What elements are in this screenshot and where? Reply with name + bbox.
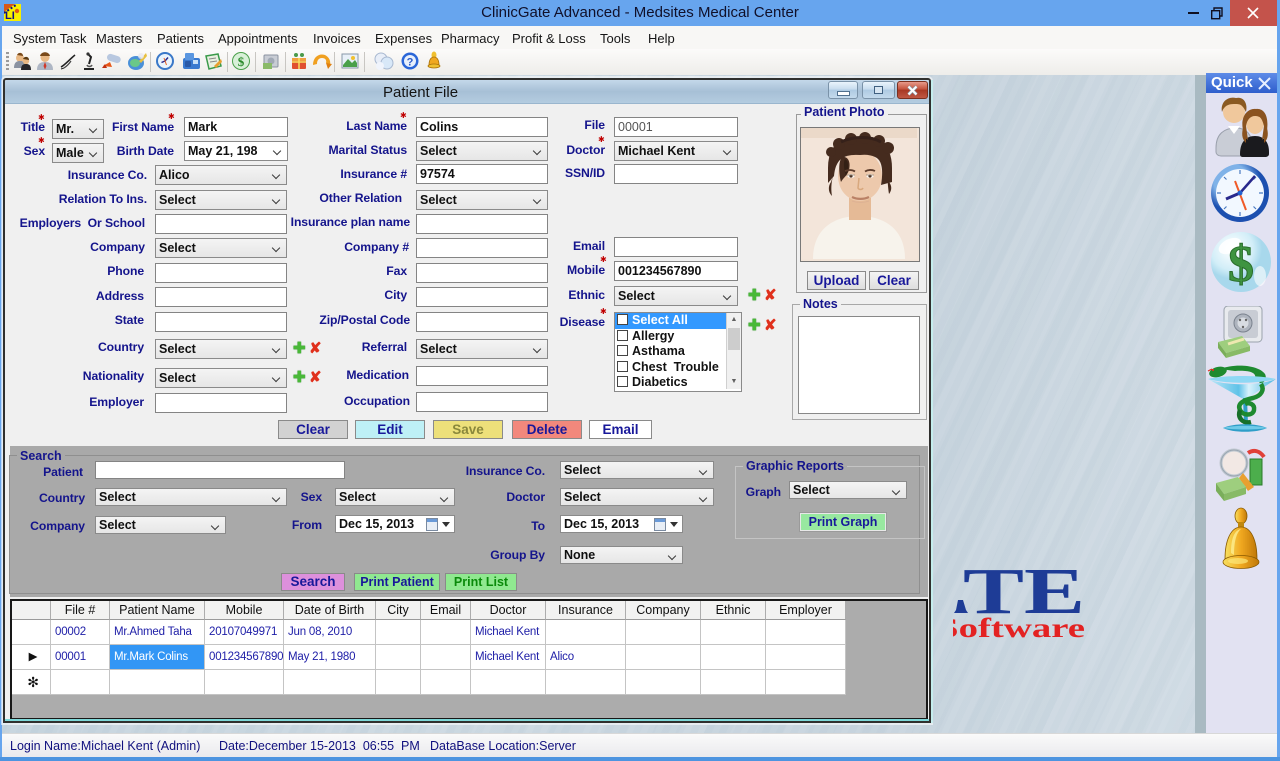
svg-text:?: ? — [407, 57, 414, 69]
svg-text:$: $ — [238, 54, 245, 69]
svg-text:Software: Software — [937, 613, 1085, 643]
svg-text:LI: LI — [5, 10, 15, 21]
svg-text:$: $ — [1228, 236, 1254, 293]
